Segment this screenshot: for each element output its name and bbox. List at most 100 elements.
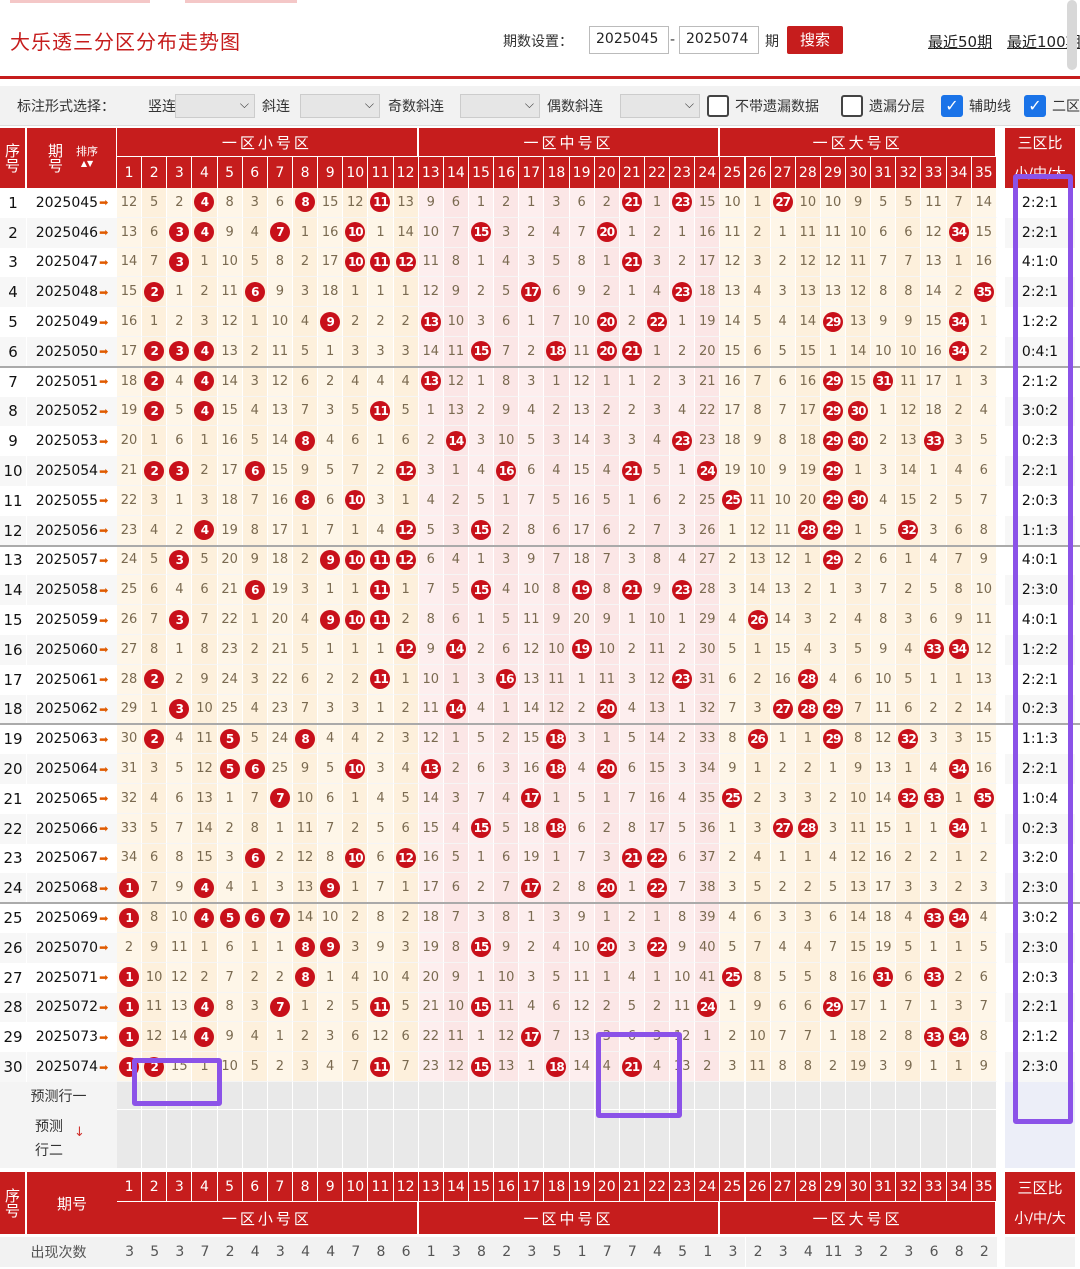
predict-cell-row2[interactable] (644, 1110, 671, 1168)
predict-cell-row1[interactable] (695, 1082, 721, 1110)
predict-cell-row2[interactable] (217, 1110, 243, 1168)
predict-cell-row1[interactable] (418, 1082, 444, 1110)
row-issue-link[interactable]: 2025072 ➡ (27, 992, 117, 1023)
predict-cell-row2[interactable] (871, 1110, 897, 1168)
row-issue-link[interactable]: 2025062 ➡ (27, 694, 117, 725)
row-issue-link[interactable]: 2025060 ➡ (27, 635, 117, 665)
predict-cell-row1[interactable] (871, 1082, 897, 1110)
predict-cell-row1[interactable] (770, 1082, 796, 1110)
no-miss-checkbox[interactable] (707, 95, 729, 117)
predict-cell-row2[interactable] (468, 1110, 495, 1168)
predict-cell-row2[interactable] (921, 1110, 947, 1168)
recent-50-link[interactable]: 最近50期 (928, 31, 992, 52)
predict-cell-row2[interactable] (544, 1110, 570, 1168)
second-zone-checkbox[interactable]: ✓ (1024, 95, 1046, 117)
row-issue-link[interactable]: 2025055 ➡ (27, 486, 117, 516)
predict-cell-row2[interactable] (142, 1110, 168, 1168)
row-issue-link[interactable]: 2025073 ➡ (27, 1022, 117, 1053)
row-issue-link[interactable]: 2025048 ➡ (27, 277, 117, 308)
predict-cell-row1[interactable] (820, 1082, 847, 1110)
predict-cell-row1[interactable] (946, 1082, 972, 1110)
row-issue-link[interactable]: 2025061 ➡ (27, 664, 117, 695)
predict-cell-row1[interactable] (242, 1082, 268, 1110)
predict-cell-row1[interactable] (368, 1082, 394, 1110)
predict-cell-row1[interactable] (267, 1082, 293, 1110)
predict-cell-row2[interactable] (267, 1110, 293, 1168)
predict-cell-row1[interactable] (971, 1082, 997, 1110)
predict-cell-row2[interactable] (619, 1110, 645, 1168)
row-issue-link[interactable]: 2025057 ➡ (27, 545, 117, 576)
predict-cell-row2[interactable] (695, 1110, 721, 1168)
odd-diagonal-select[interactable]: ⌵ (460, 94, 540, 118)
end-issue-input[interactable]: 2025074 (679, 26, 759, 54)
predict-cell-row1[interactable] (494, 1082, 520, 1110)
predict-cell-row2[interactable] (946, 1110, 972, 1168)
predict-cell-row2[interactable] (343, 1110, 369, 1168)
row-issue-link[interactable]: 2025052 ➡ (27, 396, 117, 427)
predict-cell-row1[interactable] (544, 1082, 570, 1110)
predict-cell-row2[interactable] (971, 1110, 997, 1168)
predict-cell-row1[interactable] (393, 1082, 419, 1110)
predict-cell-row2[interactable] (795, 1110, 821, 1168)
predict-cell-row1[interactable] (468, 1082, 495, 1110)
predict-cell-row2[interactable] (418, 1110, 444, 1168)
predict-cell-row1[interactable] (896, 1082, 922, 1110)
predict-cell-row1[interactable] (795, 1082, 821, 1110)
row-issue-link[interactable]: 2025074 ➡ (27, 1052, 117, 1082)
predict-cell-row1[interactable] (846, 1082, 872, 1110)
predict-cell-row2[interactable] (745, 1110, 771, 1168)
predict-cell-row2[interactable] (820, 1110, 847, 1168)
predict-cell-row2[interactable] (368, 1110, 394, 1168)
row-issue-link[interactable]: 2025054 ➡ (27, 456, 117, 486)
row-issue-link[interactable]: 2025059 ➡ (27, 605, 117, 635)
row-issue-link[interactable]: 2025053 ➡ (27, 426, 117, 457)
row-issue-link[interactable]: 2025046 ➡ (27, 217, 117, 248)
even-diagonal-select[interactable]: ⌵ (620, 94, 700, 118)
predict-cell-row2[interactable] (519, 1110, 545, 1168)
row-issue-link[interactable]: 2025047 ➡ (27, 247, 117, 278)
predict-cell-row2[interactable] (670, 1110, 696, 1168)
predict-cell-row2[interactable] (393, 1110, 419, 1168)
predict-cell-row1[interactable] (745, 1082, 771, 1110)
predict-cell-row2[interactable] (242, 1110, 268, 1168)
row-issue-link[interactable]: 2025056 ➡ (27, 515, 117, 546)
predict-cell-row2[interactable] (192, 1110, 218, 1168)
predict-cell-row2[interactable] (770, 1110, 796, 1168)
predict-cell-row1[interactable] (569, 1082, 595, 1110)
row-issue-link[interactable]: 2025071 ➡ (27, 962, 117, 993)
predict-cell-row1[interactable] (318, 1082, 344, 1110)
row-issue-link[interactable]: 2025064 ➡ (27, 754, 117, 784)
predict-cell-row1[interactable] (343, 1082, 369, 1110)
predict-cell-row2[interactable] (117, 1110, 143, 1168)
aux-line-checkbox[interactable]: ✓ (941, 95, 963, 117)
miss-layer-checkbox[interactable] (841, 95, 863, 117)
row-issue-link[interactable]: 2025065 ➡ (27, 784, 117, 814)
row-issue-link[interactable]: 2025045 ➡ (27, 188, 117, 218)
predict-cell-row2[interactable] (443, 1110, 469, 1168)
predict-cell-row2[interactable] (896, 1110, 922, 1168)
row-issue-link[interactable]: 2025067 ➡ (27, 843, 117, 874)
predict-cell-row1[interactable] (292, 1082, 319, 1110)
predict-cell-row2[interactable] (167, 1110, 193, 1168)
predict-cell-row1[interactable] (921, 1082, 947, 1110)
predict-cell-row2[interactable] (594, 1110, 620, 1168)
row-issue-link[interactable]: 2025058 ➡ (27, 575, 117, 606)
row-issue-link[interactable]: 2025051 ➡ (27, 366, 117, 397)
predict-cell-row1[interactable] (519, 1082, 545, 1110)
start-issue-input[interactable]: 2025045 (589, 26, 669, 54)
row-issue-link[interactable]: 2025069 ➡ (27, 903, 117, 933)
row-issue-link[interactable]: 2025063 ➡ (27, 724, 117, 755)
predict-cell-row2[interactable] (569, 1110, 595, 1168)
scrollbar[interactable] (1067, 0, 1077, 70)
row-issue-link[interactable]: 2025070 ➡ (27, 933, 117, 963)
predict-cell-row2[interactable] (720, 1110, 746, 1168)
predict-cell-row2[interactable] (846, 1110, 872, 1168)
row-issue-link[interactable]: 2025049 ➡ (27, 307, 117, 337)
row-issue-link[interactable]: 2025066 ➡ (27, 813, 117, 844)
predict-cell-row2[interactable] (292, 1110, 319, 1168)
predict-cell-row1[interactable] (443, 1082, 469, 1110)
predict-cell-row1[interactable] (720, 1082, 746, 1110)
diagonal-select[interactable]: ⌵ (300, 94, 380, 118)
row-issue-link[interactable]: 2025068 ➡ (27, 873, 117, 904)
predict-cell-row2[interactable] (318, 1110, 344, 1168)
